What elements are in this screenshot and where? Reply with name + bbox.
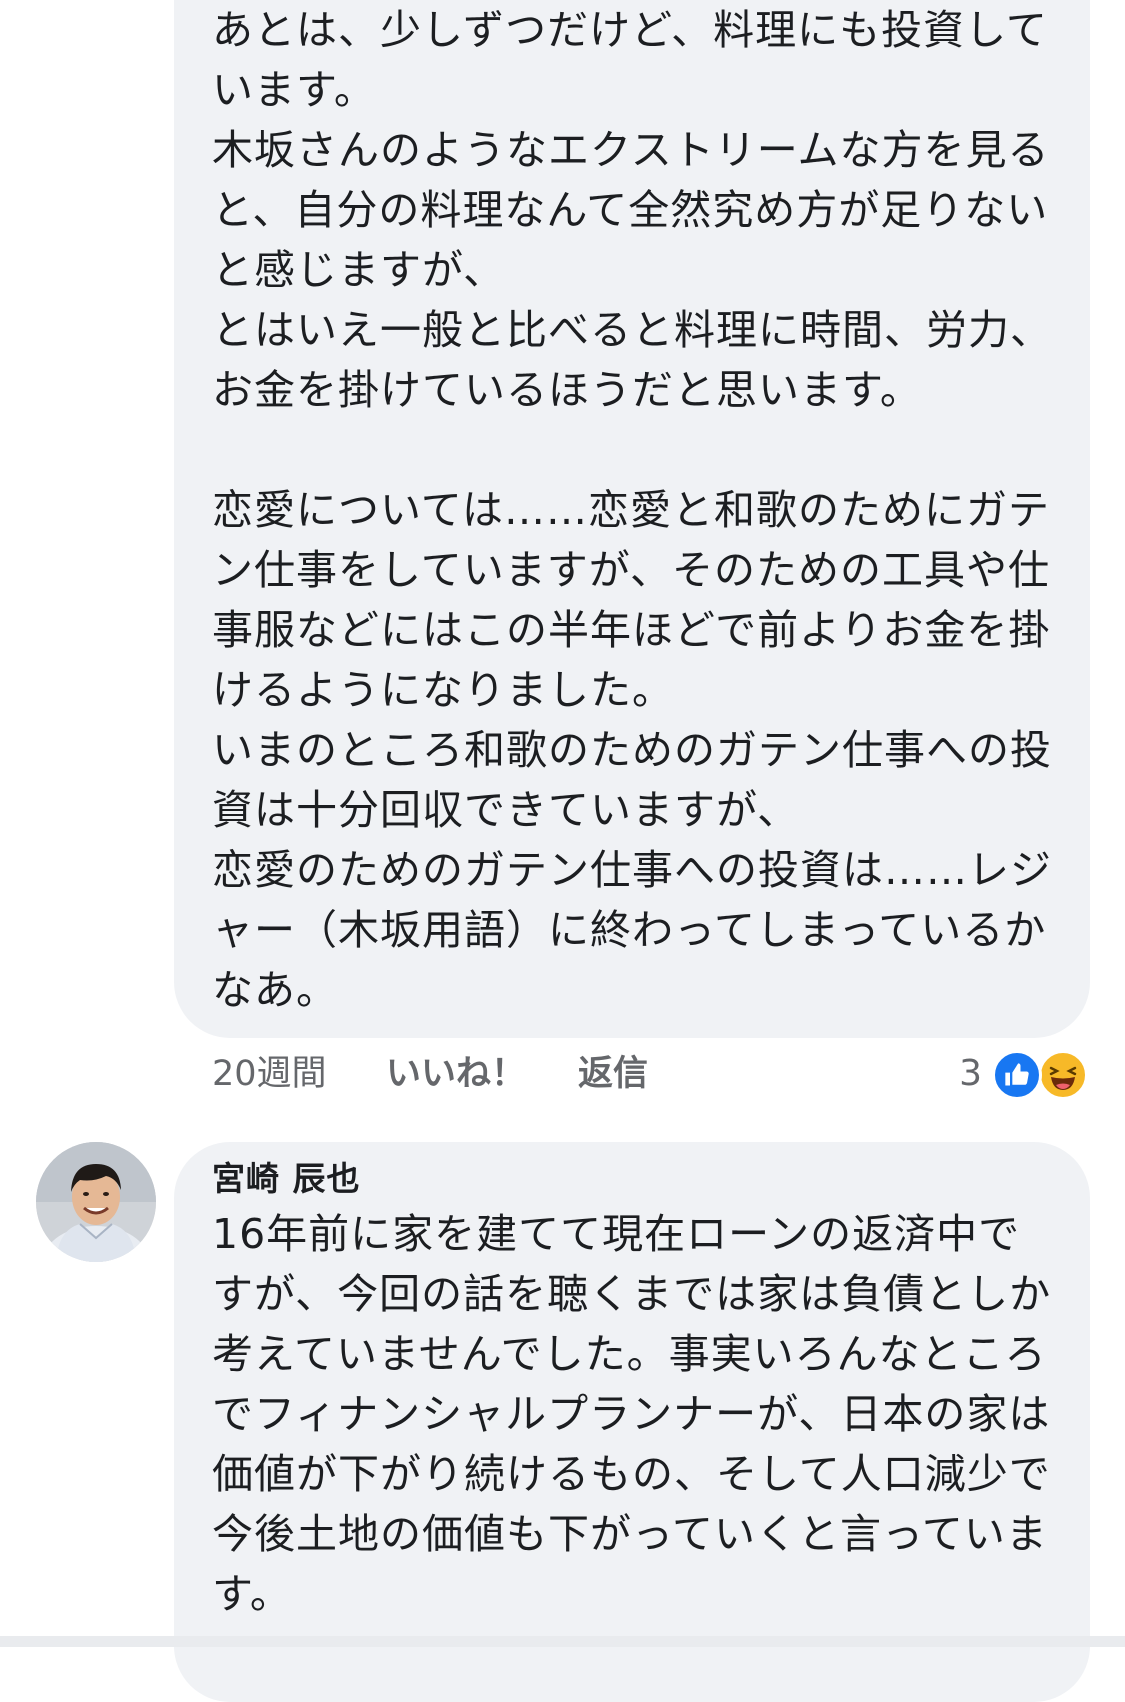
- comment-bubble: 宮崎 辰也 16年前に家を建てて現在ローンの返済中で すが、今回の話を聴くまでは…: [174, 1142, 1090, 1702]
- comment-text: あとは、少しずつだけど、料理にも投資して います。 木坂さんのようなエクストリー…: [212, 6, 1052, 1014]
- comment-text: 16年前に家を建てて現在ローンの返済中で すが、今回の話を聴くまでは家は負債とし…: [212, 1210, 1052, 1618]
- comment-bubble: あとは、少しずつだけど、料理にも投資して います。 木坂さんのようなエクストリー…: [174, 0, 1090, 1038]
- comment-actions: 20週間 いいね！ 返信 3: [212, 1048, 1092, 1100]
- comment-author-name[interactable]: 宮崎 辰也: [212, 1156, 1054, 1202]
- like-icon[interactable]: [992, 1050, 1042, 1100]
- comment-timestamp[interactable]: 20週間: [212, 1048, 327, 1100]
- like-button[interactable]: いいね！: [386, 1048, 526, 1100]
- haha-icon[interactable]: [1038, 1050, 1088, 1100]
- bottom-edge: [0, 1636, 1125, 1647]
- avatar[interactable]: [36, 1142, 156, 1262]
- comment-thread: あとは、少しずつだけど、料理にも投資して います。 木坂さんのようなエクストリー…: [0, 0, 1125, 1702]
- reply-button[interactable]: 返信: [578, 1048, 648, 1100]
- reaction-count[interactable]: 3: [959, 1048, 982, 1100]
